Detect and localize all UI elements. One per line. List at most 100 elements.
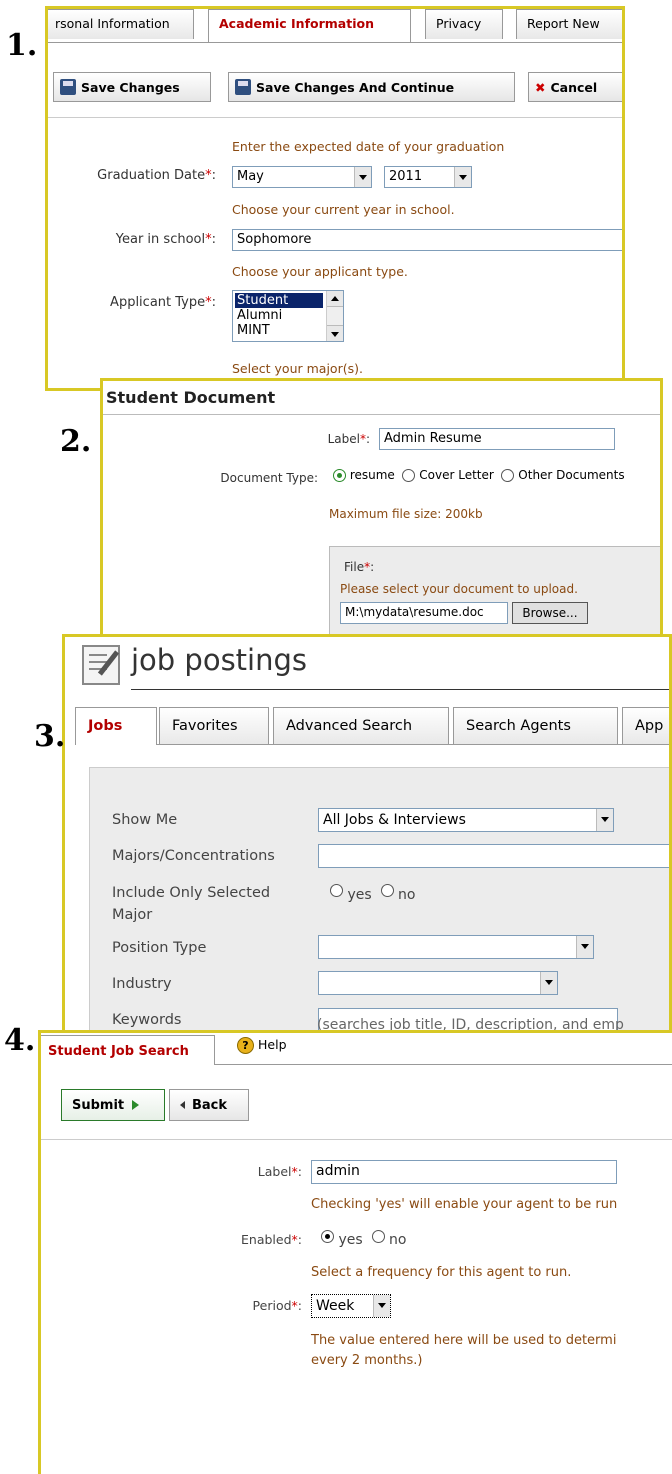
year-in-school-value: Sophomore bbox=[237, 232, 312, 247]
graduation-month-value: May bbox=[237, 169, 264, 184]
file-path-input[interactable]: M:\mydata\resume.doc bbox=[340, 602, 508, 624]
scroll-up-icon[interactable] bbox=[327, 291, 343, 307]
radio-enabled-no[interactable] bbox=[371, 1229, 385, 1243]
graduation-month-select[interactable]: May bbox=[232, 166, 372, 188]
help-label: Help bbox=[258, 1037, 287, 1052]
panel1-tab-bar: rsonal Information Academic Information … bbox=[48, 9, 622, 43]
agent-label-input[interactable]: admin bbox=[311, 1160, 617, 1184]
graduation-hint: Enter the expected date of your graduati… bbox=[232, 139, 505, 154]
keywords-label: Keywords bbox=[112, 1012, 182, 1028]
graduation-year-value: 2011 bbox=[389, 169, 423, 184]
majors-select[interactable]: ⌄ bbox=[318, 844, 669, 868]
notepad-icon bbox=[82, 645, 120, 685]
cancel-label: Cancel bbox=[550, 79, 598, 95]
include-major-radio-group: yes no bbox=[330, 882, 415, 903]
tab-privacy[interactable]: Privacy bbox=[425, 9, 503, 39]
frequency-hint: Select a frequency for this agent to run… bbox=[311, 1265, 572, 1280]
step-number-1: 1. bbox=[6, 28, 38, 63]
save-continue-label: Save Changes And Continue bbox=[256, 79, 455, 95]
radio-include-yes[interactable] bbox=[330, 883, 343, 897]
majors-label: Majors/Concentrations bbox=[112, 848, 275, 864]
period-value: Week bbox=[316, 1298, 355, 1314]
tab-search-agents[interactable]: Search Agents bbox=[453, 707, 618, 745]
panel3-tab-bar: Jobs Favorites Advanced Search Search Ag… bbox=[65, 699, 669, 747]
listbox-option-mint[interactable]: MINT bbox=[235, 323, 270, 338]
save-changes-button[interactable]: Save Changes bbox=[53, 72, 211, 102]
play-icon bbox=[132, 1100, 140, 1110]
chevron-down-icon bbox=[373, 1295, 390, 1317]
year-in-school-hint: Choose your current year in school. bbox=[232, 202, 455, 217]
period-select[interactable]: Week bbox=[311, 1294, 391, 1318]
include-major-label: Include Only Selected bbox=[112, 885, 271, 901]
search-form: Show Me All Jobs & Interviews Majors/Con… bbox=[89, 767, 669, 1031]
radio-include-yes-label: yes bbox=[347, 887, 372, 903]
show-me-label: Show Me bbox=[112, 812, 178, 828]
major-hint: Select your major(s). bbox=[232, 361, 363, 376]
submit-label: Submit bbox=[72, 1097, 125, 1113]
document-label-input[interactable]: Admin Resume bbox=[379, 428, 615, 450]
applicant-type-hint: Choose your applicant type. bbox=[232, 264, 408, 279]
enabled-hint: Checking 'yes' will enable your agent to… bbox=[311, 1197, 618, 1212]
document-label-text: Label bbox=[327, 432, 360, 446]
tab-academic-information[interactable]: Academic Information bbox=[208, 9, 411, 43]
radio-resume[interactable] bbox=[333, 469, 346, 482]
job-postings-panel: job postings Jobs Favorites Advanced Sea… bbox=[62, 634, 672, 1034]
applicant-type-label: Applicant Type*: bbox=[110, 295, 216, 310]
applicant-type-label-text: Applicant Type bbox=[110, 295, 206, 310]
cancel-button[interactable]: ✖ Cancel bbox=[528, 72, 622, 102]
show-me-select[interactable]: All Jobs & Interviews bbox=[318, 808, 614, 832]
period-label-text: Period bbox=[252, 1298, 292, 1313]
radio-cover-letter[interactable] bbox=[402, 469, 416, 482]
year-in-school-select[interactable]: Sophomore bbox=[232, 229, 622, 251]
tab-report-new[interactable]: Report New bbox=[516, 9, 622, 39]
page-title: job postings bbox=[131, 643, 308, 677]
industry-label: Industry bbox=[112, 976, 172, 992]
save-and-continue-button[interactable]: Save Changes And Continue bbox=[228, 72, 515, 102]
tab-app[interactable]: App bbox=[622, 707, 669, 745]
graduation-year-select[interactable]: 2011 bbox=[384, 166, 472, 188]
chevron-down-icon bbox=[454, 167, 471, 187]
enabled-radio-group: yes no bbox=[321, 1228, 406, 1248]
tab-favorites[interactable]: Favorites bbox=[159, 707, 269, 745]
applicant-type-listbox[interactable]: Student Alumni MINT bbox=[232, 290, 344, 342]
help-icon: ? bbox=[237, 1037, 254, 1054]
chevron-down-icon bbox=[576, 936, 593, 958]
industry-select[interactable] bbox=[318, 971, 558, 995]
file-upload-box: File*: Please select your document to up… bbox=[329, 546, 660, 635]
radio-enabled-yes[interactable] bbox=[321, 1229, 334, 1243]
step-number-2: 2. bbox=[60, 424, 92, 459]
document-label-label: Label*: bbox=[327, 432, 370, 446]
academic-info-panel: rsonal Information Academic Information … bbox=[45, 6, 625, 391]
listbox-option-student[interactable]: Student bbox=[235, 293, 323, 308]
radio-other-documents[interactable] bbox=[501, 469, 515, 482]
agent-label-text: Label bbox=[257, 1164, 292, 1179]
browse-button[interactable]: Browse... bbox=[512, 602, 588, 624]
listbox-scrollbar[interactable] bbox=[326, 291, 343, 341]
job-search-agent-panel: Student Job Search ? Help Submit Back Lab… bbox=[38, 1030, 672, 1474]
file-label: File*: bbox=[344, 560, 375, 574]
chevron-down-icon bbox=[354, 167, 371, 187]
tab-student-job-search[interactable]: Student Job Search bbox=[41, 1035, 215, 1065]
listbox-option-alumni[interactable]: Alumni bbox=[235, 308, 282, 323]
year-in-school-label: Year in school*: bbox=[115, 232, 216, 247]
radio-include-no-label: no bbox=[398, 887, 416, 903]
scroll-down-icon[interactable] bbox=[327, 325, 343, 341]
tab-jobs[interactable]: Jobs bbox=[75, 707, 157, 745]
back-button[interactable]: Back bbox=[169, 1089, 249, 1121]
submit-button[interactable]: Submit bbox=[61, 1089, 165, 1121]
radio-enabled-yes-label: yes bbox=[338, 1232, 363, 1248]
chevron-down-icon bbox=[596, 809, 613, 831]
radio-cover-letter-label: Cover Letter bbox=[419, 468, 494, 482]
tab-advanced-search[interactable]: Advanced Search bbox=[273, 707, 449, 745]
enabled-label: Enabled*: bbox=[241, 1232, 302, 1247]
period-label: Period*: bbox=[252, 1298, 302, 1313]
radio-include-no[interactable] bbox=[380, 883, 394, 897]
tab-help[interactable]: ? Help bbox=[237, 1037, 287, 1054]
tab-personal-information[interactable]: rsonal Information bbox=[48, 9, 194, 39]
step-number-3: 3. bbox=[34, 719, 66, 754]
radio-resume-label: resume bbox=[349, 468, 395, 482]
arrow-left-icon bbox=[180, 1101, 185, 1109]
position-type-label: Position Type bbox=[112, 940, 207, 956]
position-type-select[interactable] bbox=[318, 935, 594, 959]
agent-label-label: Label*: bbox=[257, 1164, 302, 1179]
